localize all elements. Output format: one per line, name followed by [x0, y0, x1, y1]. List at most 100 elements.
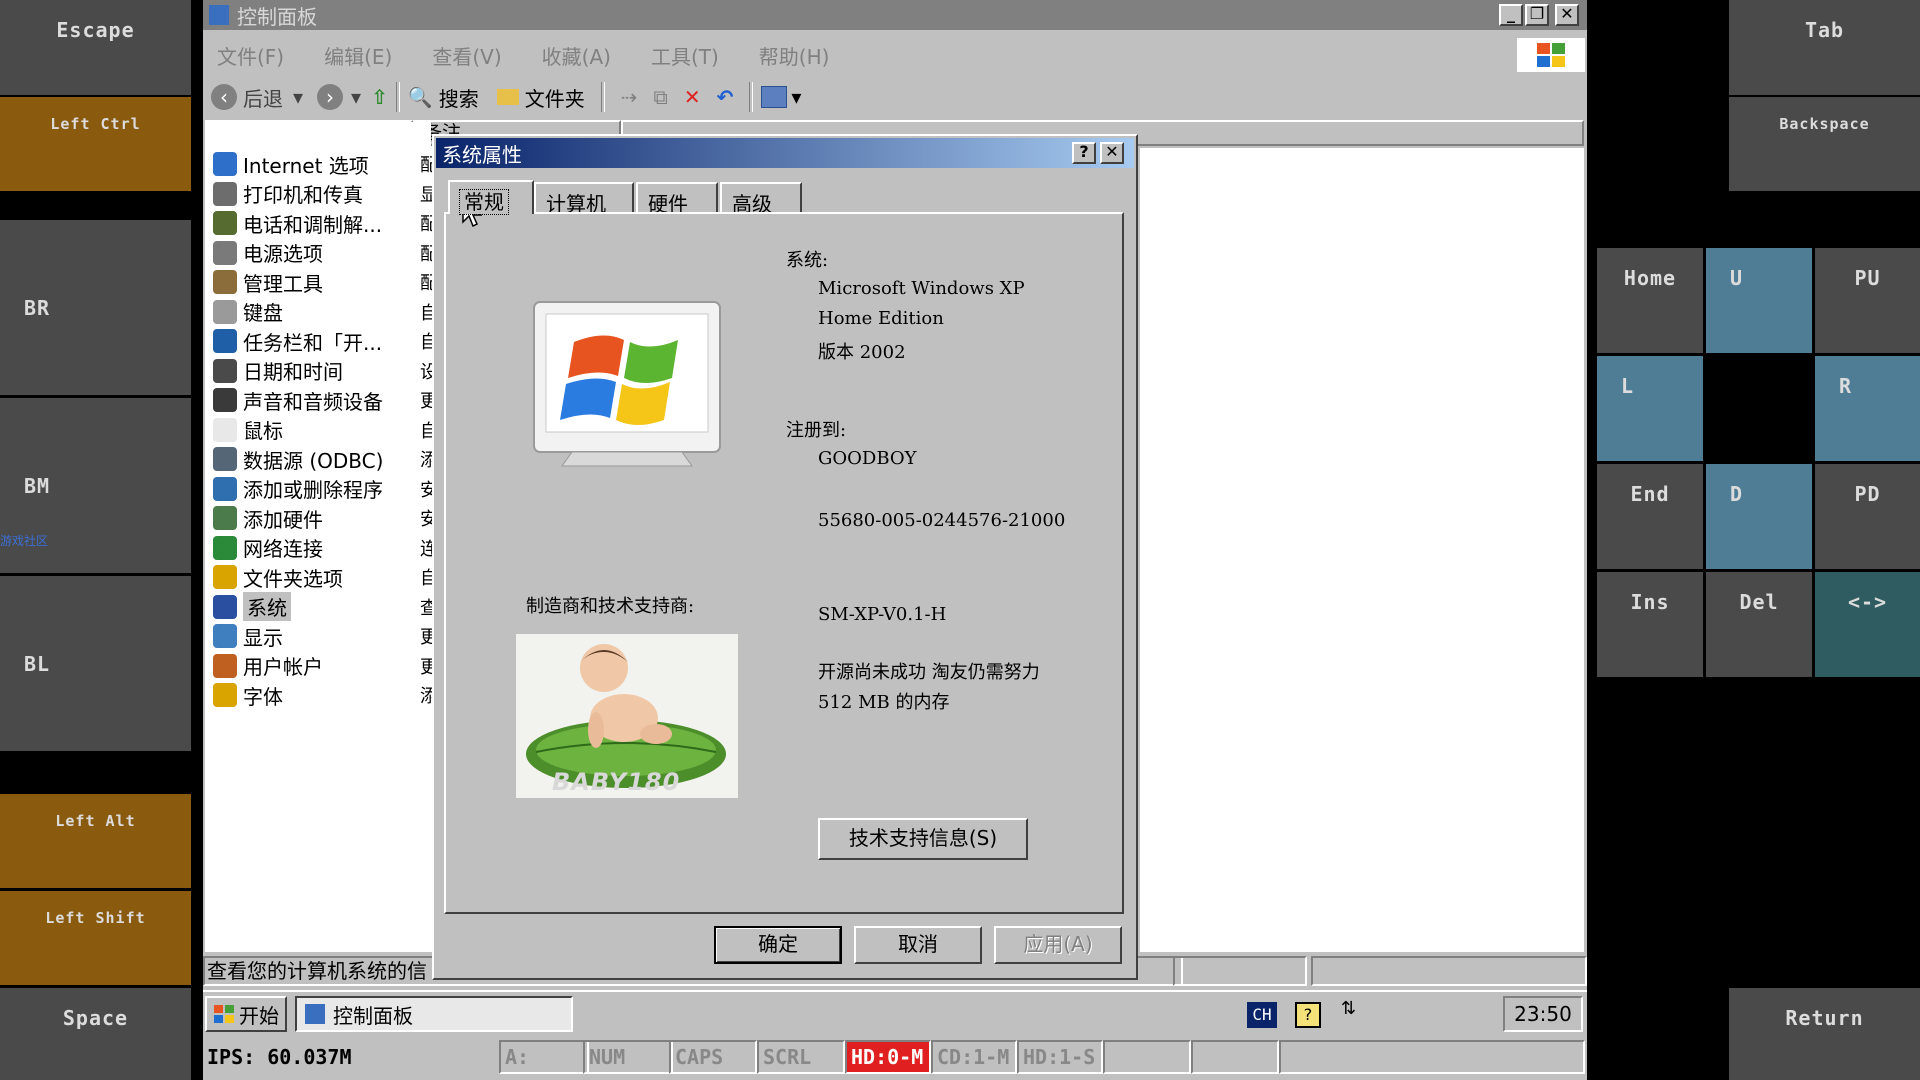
status-caps: CAPS [669, 1040, 757, 1074]
os-version: 版本 2002 [818, 342, 906, 363]
oem-logo-image: BABY180 [516, 634, 738, 798]
dialog-close-button[interactable]: ✕ [1100, 142, 1124, 164]
tab-advanced[interactable]: 高级 [720, 182, 802, 216]
views-icon[interactable] [761, 86, 788, 108]
key-page-up[interactable]: PU [1815, 248, 1920, 353]
keyboard-icon [213, 299, 237, 324]
key-page-down[interactable]: PD [1815, 464, 1920, 569]
minimize-button[interactable]: _ [1499, 4, 1523, 26]
views-dropdown-icon[interactable]: ▾ [791, 85, 801, 109]
toolbar-separator [395, 82, 400, 112]
tab-general[interactable]: 常规 [448, 180, 534, 215]
admin-tools-icon [213, 270, 237, 294]
search-button[interactable]: 🔍 搜索 [408, 83, 479, 112]
support-info-button[interactable]: 技术支持信息(S) [818, 818, 1028, 860]
key-up[interactable]: U [1706, 248, 1812, 353]
list-item[interactable]: 电话和调制解... [213, 209, 382, 237]
ime-indicator[interactable]: CH [1247, 1002, 1277, 1028]
back-button[interactable]: ‹ 后退 [211, 83, 283, 112]
key-down[interactable]: D [1706, 464, 1812, 569]
ok-button[interactable]: 确定 [714, 926, 842, 964]
key-bl[interactable]: BL [0, 576, 191, 751]
dialog-help-button[interactable]: ? [1072, 142, 1096, 164]
key-left-alt[interactable]: Left Alt [0, 794, 191, 888]
status-cell [1173, 956, 1307, 986]
key-backspace[interactable]: Backspace [1729, 97, 1920, 191]
list-item[interactable]: 管理工具 [213, 268, 323, 296]
key-left[interactable]: L [1597, 356, 1703, 461]
key-escape[interactable]: Escape [0, 0, 191, 95]
list-item[interactable]: 打印机和传真 [213, 180, 363, 208]
network-tray-icon[interactable]: ⇅ [1341, 998, 1356, 1019]
key-left-ctrl[interactable]: Left Ctrl [0, 97, 191, 191]
list-item[interactable]: 鼠标 [213, 416, 283, 444]
list-item[interactable]: 添加或删除程序 [213, 475, 383, 503]
toolbar-separator [600, 82, 605, 112]
list-item[interactable]: 系统 [213, 592, 291, 621]
list-item[interactable]: Internet 选项 [213, 150, 369, 178]
clock-icon [213, 358, 237, 383]
key-tab[interactable]: Tab [1729, 0, 1920, 95]
list-item[interactable]: 声音和音频设备 [213, 386, 383, 414]
start-button[interactable]: 开始 [205, 996, 287, 1032]
delete-icon[interactable]: ✕ [684, 85, 701, 109]
apply-button[interactable]: 应用(A) [994, 926, 1122, 964]
list-item-label: 数据源 (ODBC) [243, 448, 384, 473]
up-folder-icon[interactable]: ⇧ [371, 85, 388, 109]
menu-help[interactable]: 帮助(H) [759, 41, 830, 70]
key-left-shift[interactable]: Left Shift [0, 891, 191, 985]
key-end[interactable]: End [1597, 464, 1703, 569]
oem-model: SM-XP-V0.1-H [818, 604, 947, 625]
menu-tools[interactable]: 工具(T) [651, 41, 719, 70]
restore-button[interactable]: ❐ [1525, 4, 1549, 26]
cancel-button[interactable]: 取消 [854, 926, 982, 964]
taskbar: 开始 控制面板 CH ? ⇅ 23:50 [203, 990, 1587, 1034]
list-item[interactable]: 添加硬件 [213, 504, 323, 532]
key-right[interactable]: R [1815, 356, 1920, 461]
key-br[interactable]: BR [0, 220, 191, 395]
clock[interactable]: 23:50 [1503, 996, 1583, 1032]
undo-icon[interactable]: ↶ [717, 85, 734, 109]
list-item[interactable]: 任务栏和「开... [213, 327, 382, 355]
folders-button[interactable]: 文件夹 [496, 83, 585, 112]
mouse-icon [213, 417, 237, 442]
system-icon [213, 594, 237, 619]
list-item[interactable]: 文件夹选项 [213, 563, 343, 591]
close-button[interactable]: ✕ [1555, 4, 1579, 26]
toolbar: ‹ 后退 ▾ › ▾ ⇧ 🔍 搜索 文件夹 ⇢ ⧉ ✕ ↶ ▾ [203, 76, 1587, 118]
forward-dropdown-icon[interactable]: ▾ [351, 85, 361, 109]
list-item[interactable]: 网络连接 [213, 534, 323, 562]
list-item-label: 管理工具 [243, 271, 323, 296]
help-tray-icon[interactable]: ? [1295, 1002, 1321, 1028]
tab-computer-name[interactable]: 计算机名 [534, 182, 634, 245]
forward-button[interactable]: › [317, 84, 344, 110]
list-item[interactable]: 显示 [213, 622, 283, 650]
system-label: 系统: [786, 250, 829, 271]
list-item[interactable]: 用户帐户 [213, 652, 323, 680]
list-item-label: 用户帐户 [243, 655, 323, 679]
menu-file[interactable]: 文件(F) [217, 41, 284, 70]
key-delete[interactable]: Del [1706, 572, 1812, 677]
copy-to-icon[interactable]: ⧉ [654, 85, 668, 109]
back-dropdown-icon[interactable]: ▾ [293, 85, 303, 109]
tab-hardware[interactable]: 硬件 [636, 182, 718, 216]
key-arrows-toggle[interactable]: <-> [1815, 572, 1920, 677]
menu-view[interactable]: 查看(V) [432, 41, 501, 70]
key-home[interactable]: Home [1597, 248, 1703, 353]
taskbar-task-control-panel[interactable]: 控制面板 [295, 996, 573, 1032]
status-hd1: HD:1-S [1017, 1040, 1103, 1074]
list-item[interactable]: 键盘 [213, 298, 283, 326]
key-return[interactable]: Return [1729, 988, 1920, 1080]
folder-options-icon [213, 565, 237, 589]
key-space[interactable]: Space [0, 988, 191, 1080]
move-to-icon[interactable]: ⇢ [621, 85, 638, 109]
windows-xp-monitor-icon [533, 301, 721, 467]
list-item[interactable]: 数据源 (ODBC) [213, 445, 383, 473]
key-insert[interactable]: Ins [1597, 572, 1703, 677]
list-item[interactable]: 日期和时间 [213, 357, 343, 385]
menu-favorites[interactable]: 收藏(A) [542, 41, 611, 70]
menu-edit[interactable]: 编辑(E) [324, 41, 392, 70]
list-item[interactable]: 电源选项 [213, 239, 323, 267]
toolbar-separator [749, 82, 754, 112]
list-item[interactable]: 字体 [213, 681, 283, 709]
